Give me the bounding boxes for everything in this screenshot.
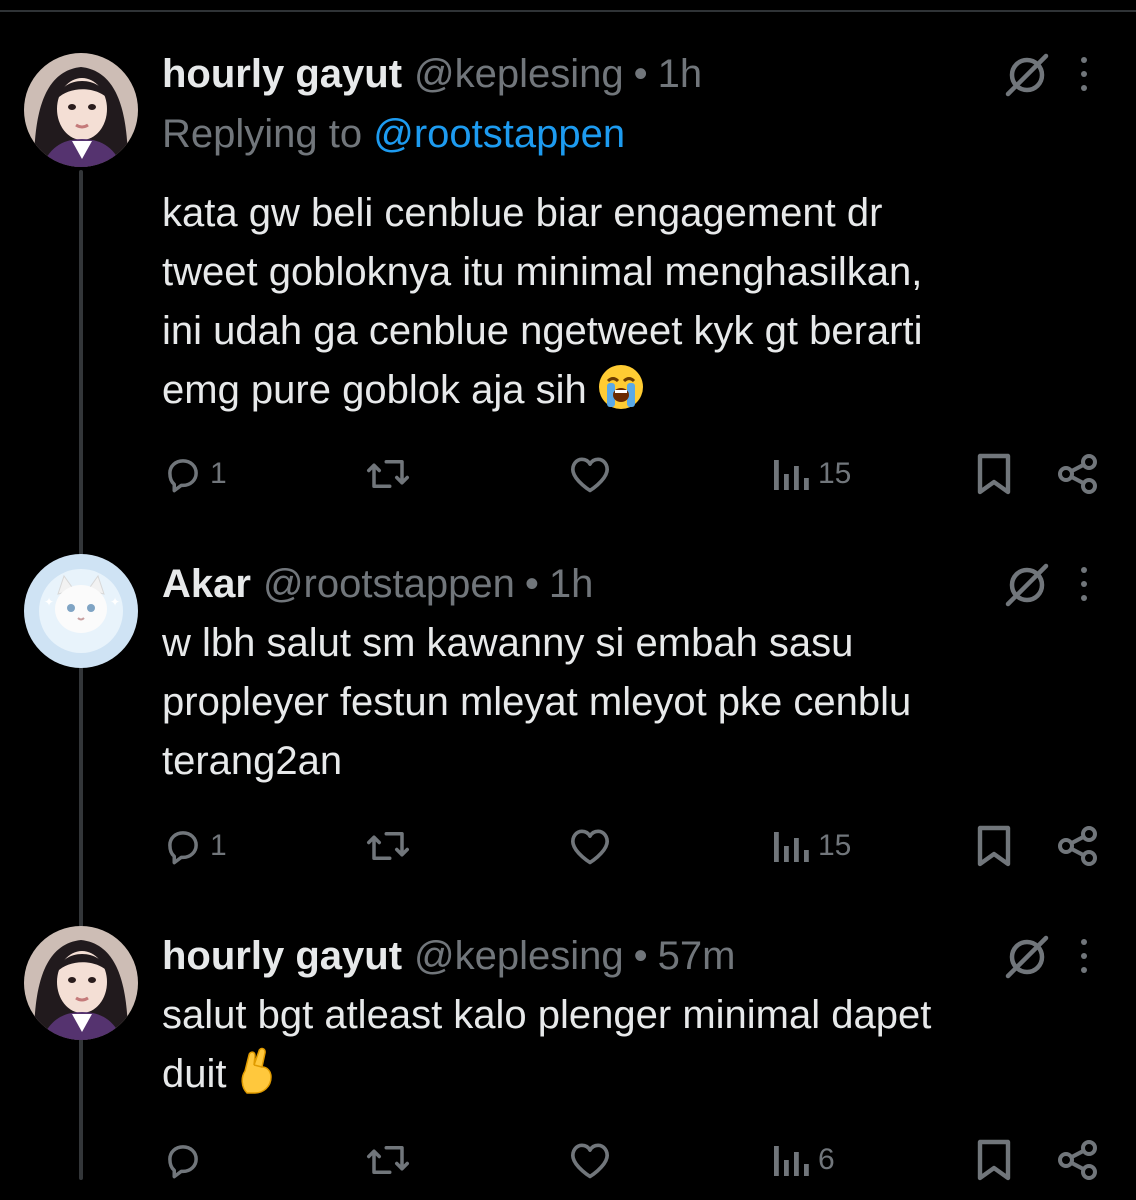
more-icon[interactable] <box>1076 936 1092 976</box>
tweet-text: kata gw beli cenblue biar engagement dr … <box>162 184 1082 420</box>
reply-count: 1 <box>210 457 227 490</box>
avatar[interactable] <box>24 53 138 167</box>
display-name[interactable]: hourly gayut <box>162 52 402 97</box>
views-button[interactable]: 6 <box>772 1135 835 1185</box>
bookmark-icon <box>977 1139 1011 1181</box>
tweet-text-line: ini udah ga cenblue ngetweet kyk gt bera… <box>162 309 923 353</box>
separator-dot: • <box>524 561 539 606</box>
tweet-text: salut bgt atleast kalo plenger minimal d… <box>162 986 1082 1104</box>
tweet-text-line: terang2an <box>162 739 343 783</box>
share-button[interactable] <box>1056 1135 1100 1185</box>
loudly-crying-emoji-icon <box>598 365 643 409</box>
handle[interactable]: @rootstappen <box>263 562 515 607</box>
replying-prefix: Replying to <box>162 112 363 156</box>
bookmark-icon <box>977 453 1011 495</box>
tweet-text-line: salut bgt atleast kalo plenger minimal d… <box>162 993 932 1037</box>
retweet-icon <box>367 460 409 488</box>
share-icon <box>1058 454 1097 494</box>
view-count: 15 <box>818 829 852 862</box>
bookmark-button[interactable] <box>974 821 1014 871</box>
reply-icon <box>168 459 198 493</box>
share-icon <box>1058 1140 1097 1180</box>
display-name[interactable]: Akar <box>162 562 251 607</box>
bookmark-button[interactable] <box>974 449 1014 499</box>
retweet-button[interactable] <box>364 1135 418 1185</box>
separator-dot: • <box>633 933 648 978</box>
view-count: 15 <box>818 457 852 490</box>
display-name[interactable]: hourly gayut <box>162 934 402 979</box>
views-button[interactable]: 15 <box>772 821 851 871</box>
top-divider <box>0 10 1136 12</box>
share-button[interactable] <box>1056 821 1100 871</box>
retweet-icon <box>367 1146 409 1174</box>
like-button[interactable] <box>568 1135 618 1185</box>
timestamp[interactable]: 57m <box>658 934 736 979</box>
reply-icon <box>168 831 198 865</box>
views-icon <box>774 460 809 490</box>
replying-to: Replying to @rootstappen <box>162 112 625 157</box>
retweet-icon <box>367 832 409 860</box>
reply-button[interactable]: 1 <box>162 449 227 499</box>
reply-count: 1 <box>210 829 227 862</box>
tweet-text-segment: duit <box>162 1052 227 1096</box>
view-count: 6 <box>818 1143 835 1176</box>
tweet-actions: 1 15 <box>0 821 1136 871</box>
share-icon <box>1058 826 1097 866</box>
heart-icon <box>571 457 609 493</box>
tweet-header: hourly gayut @keplesing • 1h <box>162 50 702 98</box>
views-button[interactable]: 15 <box>772 449 851 499</box>
tweet-text-line: duit🤞 <box>162 1045 1082 1104</box>
handle[interactable]: @keplesing <box>414 934 624 979</box>
like-button[interactable] <box>568 449 618 499</box>
more-icon[interactable] <box>1076 54 1092 94</box>
svg-text:✦: ✦ <box>110 595 120 609</box>
views-icon <box>774 832 809 862</box>
tweet-text-line: kata gw beli cenblue biar engagement dr <box>162 191 883 235</box>
tweet-header: Akar @rootstappen • 1h <box>162 560 593 608</box>
timestamp[interactable]: 1h <box>658 52 703 97</box>
heart-icon <box>571 1143 609 1179</box>
share-button[interactable] <box>1056 449 1100 499</box>
tweet-text: w lbh salut sm kawanny si embah sasu pro… <box>162 614 1082 791</box>
handle[interactable]: @keplesing <box>414 52 624 97</box>
reply-button[interactable] <box>162 1135 210 1185</box>
reply-icon <box>168 1145 198 1179</box>
grok-icon[interactable] <box>1002 932 1052 982</box>
crossed-fingers-emoji-icon <box>241 1047 272 1094</box>
more-icon[interactable] <box>1076 564 1092 604</box>
tweet-text-line: w lbh salut sm kawanny si embah sasu <box>162 621 854 665</box>
views-icon <box>774 1146 809 1176</box>
separator-dot: • <box>633 51 648 96</box>
tweet-header: hourly gayut @keplesing • 57m <box>162 932 735 980</box>
reply-button[interactable]: 1 <box>162 821 227 871</box>
grok-icon[interactable] <box>1002 560 1052 610</box>
grok-icon[interactable] <box>1002 50 1052 100</box>
tweet-text-line: tweet gobloknya itu minimal menghasilkan… <box>162 250 923 294</box>
bookmark-icon <box>977 825 1011 867</box>
tweet-text-segment: emg pure goblok aja sih <box>162 368 587 412</box>
like-button[interactable] <box>568 821 618 871</box>
tweet-text-line: propleyer festun mleyat mleyot pke cenbl… <box>162 680 912 724</box>
replying-mention[interactable]: @rootstappen <box>373 112 625 156</box>
avatar[interactable]: ✦ ✦ <box>24 554 138 668</box>
timestamp[interactable]: 1h <box>549 562 594 607</box>
avatar[interactable] <box>24 926 138 1040</box>
tweet-actions: 1 15 <box>0 449 1136 499</box>
retweet-button[interactable] <box>364 449 418 499</box>
heart-icon <box>571 829 609 865</box>
bookmark-button[interactable] <box>974 1135 1014 1185</box>
svg-text:✦: ✦ <box>44 595 54 609</box>
tweet-text-line: emg pure goblok aja sih😭 <box>162 361 1082 420</box>
retweet-button[interactable] <box>364 821 418 871</box>
tweet-actions: 6 <box>0 1135 1136 1185</box>
